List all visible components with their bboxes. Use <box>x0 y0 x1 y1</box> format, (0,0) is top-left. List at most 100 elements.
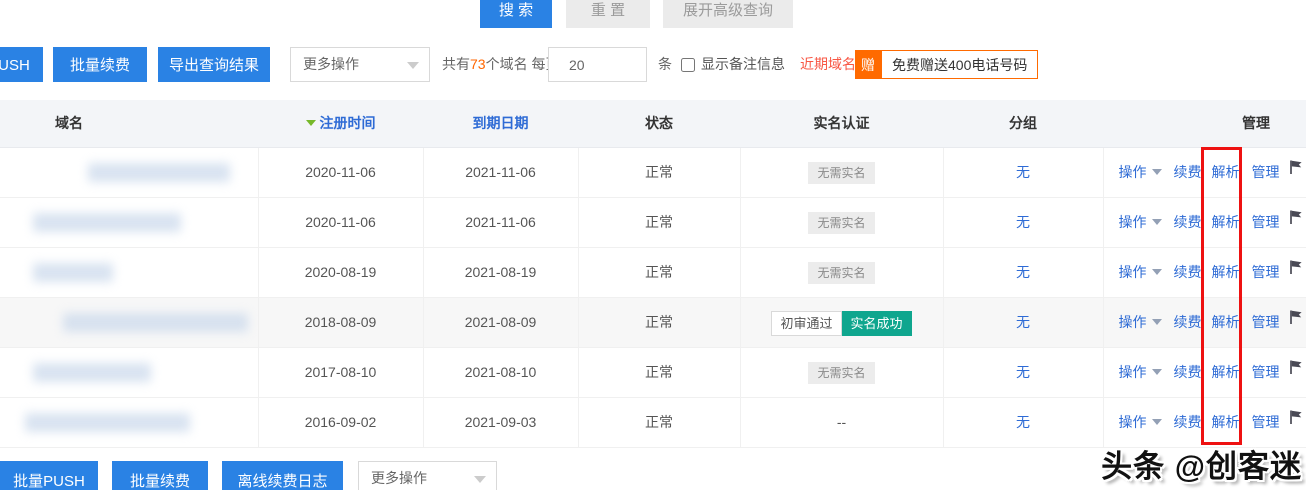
resolve-link[interactable]: 解析 <box>1212 362 1240 382</box>
group-link[interactable]: 无 <box>1016 214 1030 230</box>
manage-link[interactable]: 管理 <box>1252 362 1280 382</box>
status-cell: 正常 <box>577 197 740 248</box>
header-manage: 管理 <box>1103 100 1306 148</box>
exp-date-cell: 2021-08-10 <box>422 347 578 398</box>
renew-link[interactable]: 续费 <box>1174 212 1202 232</box>
domain-redacted <box>88 162 230 182</box>
domain-count: 73 <box>470 56 486 72</box>
flag-icon[interactable] <box>1288 259 1303 278</box>
group-link[interactable]: 无 <box>1016 164 1030 180</box>
header-status: 状态 <box>578 100 740 148</box>
search-action-row: 搜 索 重 置 展开高级查询 <box>480 0 793 28</box>
expand-advanced-query-button[interactable]: 展开高级查询 <box>663 0 793 28</box>
domain-redacted <box>25 412 190 432</box>
group-link[interactable]: 无 <box>1016 414 1030 430</box>
table-row: 2016-09-02 2021-09-03 正常 -- 无 操作 续费 解析 管… <box>0 397 1306 448</box>
manage-link[interactable]: 管理 <box>1252 412 1280 432</box>
resolve-link[interactable]: 解析 <box>1212 162 1240 182</box>
flag-icon[interactable] <box>1288 209 1303 228</box>
operate-dropdown[interactable]: 操作 <box>1119 212 1162 232</box>
manage-link[interactable]: 管理 <box>1252 162 1280 182</box>
header-exp-date[interactable]: 到期日期 <box>423 100 578 148</box>
header-reg-date[interactable]: 注册时间 <box>258 100 423 148</box>
search-button[interactable]: 搜 索 <box>480 0 552 28</box>
more-actions-select[interactable]: 更多操作 <box>290 47 430 82</box>
reg-date-cell: 2016-09-02 <box>257 397 423 448</box>
realname-success-badge: 实名成功 <box>841 310 912 336</box>
reg-date-cell: 2020-08-19 <box>257 247 423 298</box>
flag-icon[interactable] <box>1288 159 1303 178</box>
realname-cell: 初审通过 实名成功 <box>739 297 943 348</box>
batch-renew-button-bottom[interactable]: 批量续费 <box>112 461 208 490</box>
operate-dropdown[interactable]: 操作 <box>1119 162 1162 182</box>
renew-link[interactable]: 续费 <box>1174 162 1202 182</box>
renew-link[interactable]: 续费 <box>1174 312 1202 332</box>
renew-link[interactable]: 续费 <box>1174 412 1202 432</box>
renew-link[interactable]: 续费 <box>1174 362 1202 382</box>
per-page-input[interactable] <box>548 47 647 82</box>
realname-cell: -- <box>739 397 943 448</box>
renew-link[interactable]: 续费 <box>1174 262 1202 282</box>
export-results-button[interactable]: 导出查询结果 <box>158 47 270 82</box>
realname-badge: 无需实名 <box>808 161 875 184</box>
chevron-down-icon <box>474 476 486 483</box>
flag-icon[interactable] <box>1288 409 1303 428</box>
table-row: 2020-11-06 2021-11-06 正常 无需实名 无 操作 续费 解析… <box>0 197 1306 248</box>
chevron-down-icon <box>1151 169 1162 175</box>
domain-cell <box>0 397 258 448</box>
show-remarks-label: 显示备注信息 <box>701 56 785 72</box>
exp-date-cell: 2021-11-06 <box>422 147 578 198</box>
group-link[interactable]: 无 <box>1016 364 1030 380</box>
manage-cell: 操作 续费 解析 管理 <box>1102 197 1306 248</box>
header-domain: 域名 <box>0 100 258 148</box>
table-row: 2020-08-19 2021-08-19 正常 无需实名 无 操作 续费 解析… <box>0 247 1306 298</box>
group-cell: 无 <box>942 247 1103 298</box>
exp-date-cell: 2021-11-06 <box>422 197 578 248</box>
realname-badge: 无需实名 <box>808 211 875 234</box>
flag-icon[interactable] <box>1288 359 1303 378</box>
status-cell: 正常 <box>577 397 740 448</box>
manage-cell: 操作 续费 解析 管理 <box>1102 347 1306 398</box>
manage-cell: 操作 续费 解析 管理 <box>1102 297 1306 348</box>
chevron-down-icon <box>1151 369 1162 375</box>
resolve-link[interactable]: 解析 <box>1212 212 1240 232</box>
manage-link[interactable]: 管理 <box>1252 262 1280 282</box>
exp-date-cell: 2021-08-09 <box>422 297 578 348</box>
resolve-link[interactable]: 解析 <box>1212 312 1240 332</box>
more-actions-label: 更多操作 <box>371 470 427 486</box>
operate-dropdown[interactable]: 操作 <box>1119 412 1162 432</box>
domain-cell <box>0 247 258 298</box>
batch-renew-button[interactable]: 批量续费 <box>53 47 147 82</box>
table-header-row: 域名 注册时间 到期日期 状态 实名认证 分组 管理 <box>0 100 1306 148</box>
resolve-link[interactable]: 解析 <box>1212 412 1240 432</box>
manage-cell: 操作 续费 解析 管理 <box>1102 147 1306 198</box>
manage-link[interactable]: 管理 <box>1252 312 1280 332</box>
more-actions-select-bottom[interactable]: 更多操作 <box>358 461 497 490</box>
reset-button[interactable]: 重 置 <box>566 0 650 28</box>
batch-push-button[interactable]: 批量PUSH <box>0 47 43 82</box>
domain-cell <box>0 347 258 398</box>
list-toolbar: 批量PUSH 批量续费 导出查询结果 更多操作 共有73个域名 每页: 条 显示… <box>0 47 1306 83</box>
offline-renew-log-button[interactable]: 离线续费日志 <box>222 461 343 490</box>
gift-promo[interactable]: 赠 免费赠送400电话号码 <box>855 50 1039 79</box>
chevron-down-icon <box>407 62 419 69</box>
group-link[interactable]: 无 <box>1016 264 1030 280</box>
operate-dropdown[interactable]: 操作 <box>1119 362 1162 382</box>
status-cell: 正常 <box>577 347 740 398</box>
group-cell: 无 <box>942 147 1103 198</box>
table-row: 2018-08-09 2021-08-09 正常 初审通过 实名成功 无 操作 续… <box>0 297 1306 348</box>
group-cell: 无 <box>942 397 1103 448</box>
domain-console-page: 搜 索 重 置 展开高级查询 批量PUSH 批量续费 导出查询结果 更多操作 共… <box>0 0 1306 490</box>
resolve-link[interactable]: 解析 <box>1212 262 1240 282</box>
domain-table: 域名 注册时间 到期日期 状态 实名认证 分组 管理 2020-11-06 20… <box>0 100 1306 448</box>
flag-icon[interactable] <box>1288 309 1303 328</box>
more-actions-label: 更多操作 <box>303 56 359 72</box>
show-remarks-checkbox[interactable] <box>681 58 695 72</box>
operate-dropdown[interactable]: 操作 <box>1119 262 1162 282</box>
sort-desc-icon <box>305 120 316 127</box>
group-link[interactable]: 无 <box>1016 314 1030 330</box>
batch-push-button-bottom[interactable]: 批量PUSH <box>0 461 98 490</box>
manage-link[interactable]: 管理 <box>1252 212 1280 232</box>
realname-pending-badge: 初审通过 <box>771 310 842 336</box>
operate-dropdown[interactable]: 操作 <box>1119 312 1162 332</box>
